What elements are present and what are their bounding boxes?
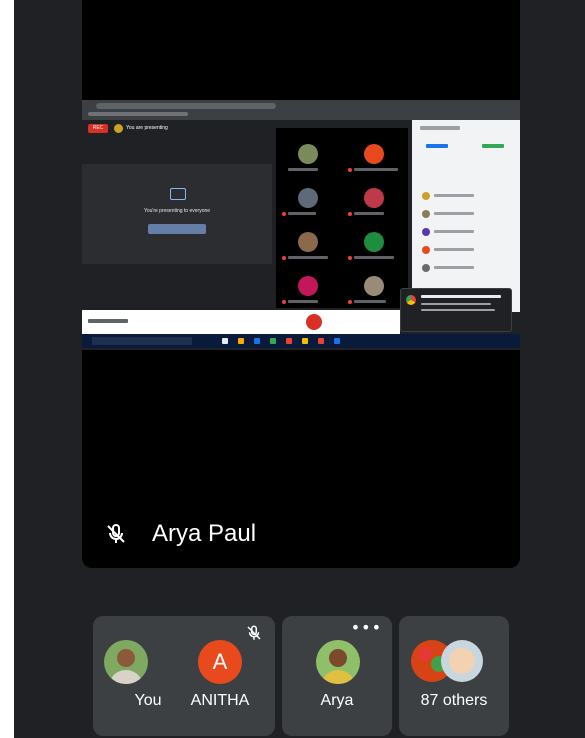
- grid-muted-dot: [348, 256, 352, 260]
- shared-participant-grid: [276, 128, 408, 308]
- presenting-label: You are presenting: [126, 125, 168, 131]
- grid-muted-dot: [348, 300, 352, 304]
- grid-label: [354, 300, 386, 303]
- notification-line: [421, 309, 495, 311]
- meeting-details-panel: [412, 120, 520, 312]
- people-row-avatar: [422, 246, 430, 254]
- tab-strip: [88, 112, 188, 116]
- grid-label: [288, 212, 316, 215]
- meet-control-bar: [82, 310, 400, 334]
- participant-tile-arya[interactable]: ••• Arya: [282, 616, 392, 736]
- grid-label: [288, 168, 318, 171]
- browser-bar: [82, 100, 520, 120]
- page-edge-char-top: n: [14, 292, 26, 313]
- participant-name: Arya: [320, 692, 354, 709]
- participant-tile-anitha[interactable]: A ANITHA: [165, 616, 275, 736]
- people-row-avatar: [422, 192, 430, 200]
- people-tab: [426, 144, 448, 148]
- grid-avatar: [364, 188, 384, 208]
- grid-avatar: [364, 232, 384, 252]
- chat-tab: [482, 144, 504, 148]
- grid-avatar: [298, 232, 318, 252]
- presenting-panel-text: You're presenting to everyone: [143, 208, 211, 214]
- presenting-panel: You're presenting to everyone: [82, 164, 272, 264]
- taskbar-icon: [302, 338, 308, 344]
- people-row-avatar: [422, 210, 430, 218]
- address-bar: [96, 103, 276, 109]
- taskbar-icon: [334, 338, 340, 344]
- grid-avatar: [364, 276, 384, 296]
- mic-off-icon: [107, 524, 125, 543]
- taskbar-icon: [222, 338, 228, 344]
- windows-taskbar: [82, 334, 520, 348]
- people-row-text: [434, 212, 474, 215]
- shared-screen: REC You are presenting You're presenting…: [82, 100, 520, 350]
- participant-name: ANITHA: [190, 692, 250, 709]
- notification-title: [421, 295, 501, 298]
- people-row-text: [434, 266, 474, 269]
- taskbar-icon: [254, 338, 260, 344]
- grid-avatar: [364, 144, 384, 164]
- notification-line: [421, 303, 491, 305]
- people-row-text: [434, 230, 474, 233]
- presenter-tile[interactable]: REC You are presenting You're presenting…: [82, 0, 520, 568]
- taskbar-icon: [238, 338, 244, 344]
- meeting-details-link: [88, 319, 128, 323]
- avatar: [316, 640, 360, 684]
- people-row-avatar: [422, 264, 430, 272]
- grid-label: [288, 256, 328, 259]
- people-row-text: [434, 194, 474, 197]
- grid-label: [354, 256, 394, 259]
- presenting-avatar: [114, 124, 123, 133]
- grid-label: [288, 300, 318, 303]
- meet-window: n . REC You are presenting You're presen…: [14, 0, 585, 738]
- grid-label: [354, 212, 384, 215]
- rec-badge: REC: [88, 124, 108, 133]
- grid-muted-dot: [348, 212, 352, 216]
- grid-avatar: [298, 188, 318, 208]
- taskbar-search: [92, 337, 192, 345]
- avatar: [104, 640, 148, 684]
- end-call-button: [306, 314, 322, 330]
- avatar: A: [198, 640, 242, 684]
- more-options-icon[interactable]: •••: [351, 618, 382, 637]
- grid-label: [354, 168, 398, 171]
- grid-muted-dot: [348, 168, 352, 172]
- people-row-text: [434, 248, 474, 251]
- mic-off-icon: [247, 625, 261, 640]
- participant-tile-others[interactable]: 87 others: [399, 616, 509, 736]
- participant-name: 87 others: [420, 692, 488, 709]
- chrome-icon: [406, 295, 416, 305]
- presenter-name: Arya Paul: [152, 520, 257, 547]
- taskbar-icon: [318, 338, 324, 344]
- page-edge-char-bottom: .: [14, 590, 20, 611]
- grid-avatar: [298, 144, 318, 164]
- avatar: [441, 640, 483, 682]
- grid-muted-dot: [282, 300, 286, 304]
- taskbar-icon: [286, 338, 292, 344]
- grid-muted-dot: [282, 212, 286, 216]
- sharing-notification: [400, 288, 512, 332]
- grid-avatar: [298, 276, 318, 296]
- people-row-avatar: [422, 228, 430, 236]
- stop-presenting-button: [148, 224, 206, 234]
- present-screen-icon: [170, 188, 186, 200]
- grid-muted-dot: [282, 256, 286, 260]
- taskbar-icon: [270, 338, 276, 344]
- side-panel-title: [420, 126, 460, 130]
